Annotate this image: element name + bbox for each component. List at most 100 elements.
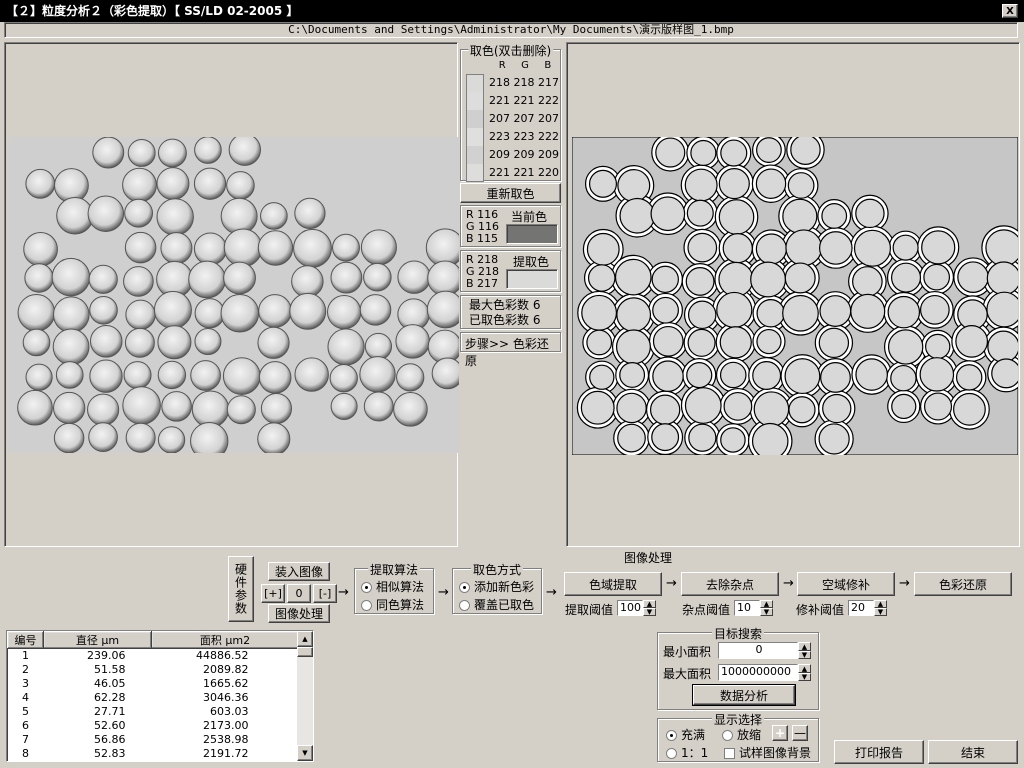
mode-add-radio[interactable]: 添加新色彩	[459, 578, 534, 595]
particle-fill	[821, 203, 848, 229]
picked-color-swatch	[466, 146, 484, 164]
row-diameter: 27.71	[94, 705, 126, 718]
particle-fill	[756, 137, 782, 163]
one-to-one-radio[interactable]: 1：1	[666, 744, 708, 761]
particle-fill	[921, 230, 956, 265]
particle	[363, 262, 392, 292]
step-indicator: 步骤>> 色彩还原	[460, 332, 561, 368]
algo-same-radio[interactable]: 同色算法	[361, 596, 424, 613]
row-id: 2	[22, 663, 29, 676]
results-table[interactable]: 编号 直径 μm 面积 μm2 1 239.06 44886.52 2 51.58 208…	[6, 630, 314, 762]
particle	[223, 261, 256, 295]
spin-up-icon[interactable]: ▲	[798, 664, 811, 673]
particle	[220, 293, 260, 333]
table-row[interactable]: 1 239.06 44886.52	[8, 649, 299, 663]
particle-fill	[687, 232, 718, 263]
scroll-thumb[interactable]	[297, 647, 313, 657]
scrollbar[interactable]: ▲ ▼	[297, 631, 313, 761]
zoom-reset-button[interactable]: 0	[287, 584, 311, 603]
table-row[interactable]: 2 51.58 2089.82	[8, 663, 299, 677]
zoom-in-icon[interactable]: +	[772, 725, 788, 741]
row-diameter: 46.05	[94, 677, 126, 690]
picked-color-row[interactable]: 207 207 207	[489, 112, 559, 125]
fill-radio[interactable]: 充满	[666, 726, 705, 743]
table-row[interactable]: 7 56.86 2538.98	[8, 733, 299, 747]
spin-down-icon[interactable]: ▼	[798, 673, 811, 681]
close-button[interactable]: X	[1002, 4, 1018, 18]
particle-fill	[853, 229, 891, 267]
picked-color-row[interactable]: 209 209 209	[489, 148, 559, 161]
col-area-header[interactable]: 面积 μm2	[151, 631, 299, 649]
noise-threshold-input[interactable]: 10	[734, 600, 760, 616]
particle	[52, 296, 90, 333]
color-extract-button[interactable]: 色域提取	[564, 572, 662, 596]
particle-fill	[720, 427, 746, 453]
min-area-input[interactable]: 0	[718, 642, 798, 659]
particle-fill	[587, 264, 616, 292]
col-diameter-header[interactable]: 直径 μm	[43, 631, 152, 649]
color-restore-button[interactable]: 色彩还原	[914, 572, 1012, 596]
repick-button[interactable]: 重新取色	[460, 183, 561, 203]
particle	[156, 198, 194, 236]
mode-overwrite-radio[interactable]: 覆盖已取色	[459, 596, 534, 613]
extract-threshold-input[interactable]: 100	[617, 600, 643, 616]
zoom-in-button[interactable]: [+]	[261, 584, 285, 603]
hardware-params-button[interactable]: 硬件参数	[228, 556, 254, 622]
particle-fill	[820, 362, 851, 393]
spin-down-icon[interactable]: ▼	[798, 651, 811, 659]
arrow-right-icon: →	[438, 585, 449, 600]
spin-down-icon[interactable]: ▼	[874, 608, 887, 616]
arrow-right-icon: →	[783, 576, 794, 591]
end-button[interactable]: 结束	[928, 740, 1018, 764]
picked-color-row[interactable]: 218 218 217	[489, 76, 559, 89]
scroll-down-icon[interactable]: ▼	[297, 745, 313, 761]
col-id-header[interactable]: 编号	[7, 631, 44, 649]
load-image-button[interactable]: 装入图像	[268, 562, 330, 581]
picked-color-row[interactable]: 221 221 222	[489, 94, 559, 107]
algo-similar-radio[interactable]: 相似算法	[361, 578, 424, 595]
zoom-out-button[interactable]: [-]	[313, 584, 337, 603]
sample-background-checkbox[interactable]: 试样图像背景	[724, 744, 811, 761]
print-report-button[interactable]: 打印报告	[834, 740, 924, 764]
spin-down-icon[interactable]: ▼	[643, 608, 656, 616]
data-analysis-button[interactable]: 数据分析	[692, 684, 796, 706]
pick-mode-group: 取色方式 添加新色彩 覆盖已取色	[452, 561, 542, 614]
zoom-out-icon[interactable]: —	[792, 725, 808, 741]
picked-b-value: 222	[538, 130, 559, 143]
picked-r-value: 221	[489, 94, 510, 107]
particle-fill	[819, 295, 852, 327]
spin-up-icon[interactable]: ▲	[798, 642, 811, 651]
table-row[interactable]: 8 52.83 2191.72	[8, 747, 299, 761]
table-row[interactable]: 5 27.71 603.03	[8, 705, 299, 719]
spin-down-icon[interactable]: ▼	[760, 608, 773, 616]
repair-threshold-label: 修补阈值	[796, 603, 845, 617]
spin-up-icon[interactable]: ▲	[760, 600, 773, 608]
repair-threshold-input[interactable]: 20	[848, 600, 874, 616]
particle-fill	[890, 364, 917, 392]
particle-fill	[887, 329, 924, 365]
scale-radio[interactable]: 放缩	[722, 726, 761, 743]
scroll-up-icon[interactable]: ▲	[297, 631, 313, 647]
table-row[interactable]: 3 46.05 1665.62	[8, 677, 299, 691]
spin-up-icon[interactable]: ▲	[643, 600, 656, 608]
particle-fill	[751, 422, 789, 455]
particle	[363, 391, 394, 422]
table-row[interactable]: 4 62.28 3046.36	[8, 691, 299, 705]
particle-fill	[787, 172, 815, 199]
particle	[257, 326, 290, 359]
image-process-button[interactable]: 图像处理	[268, 604, 330, 623]
particle-fill	[855, 358, 888, 391]
picked-color-swatch	[466, 128, 484, 146]
spatial-repair-button[interactable]: 空域修补	[797, 572, 895, 596]
particle-fill	[782, 198, 818, 234]
algorithm-title: 提取算法	[367, 561, 421, 578]
spin-up-icon[interactable]: ▲	[874, 600, 887, 608]
max-area-input[interactable]: 1000000000	[718, 664, 798, 681]
table-row[interactable]: 6 52.60 2173.00	[8, 719, 299, 733]
picked-color-row[interactable]: 221 221 220	[489, 166, 559, 179]
extract-b: B 217	[466, 277, 499, 290]
algorithm-group: 提取算法 相似算法 同色算法	[354, 561, 434, 614]
particle	[260, 392, 293, 425]
picked-color-row[interactable]: 223 223 222	[489, 130, 559, 143]
remove-noise-button[interactable]: 去除杂点	[681, 572, 779, 596]
